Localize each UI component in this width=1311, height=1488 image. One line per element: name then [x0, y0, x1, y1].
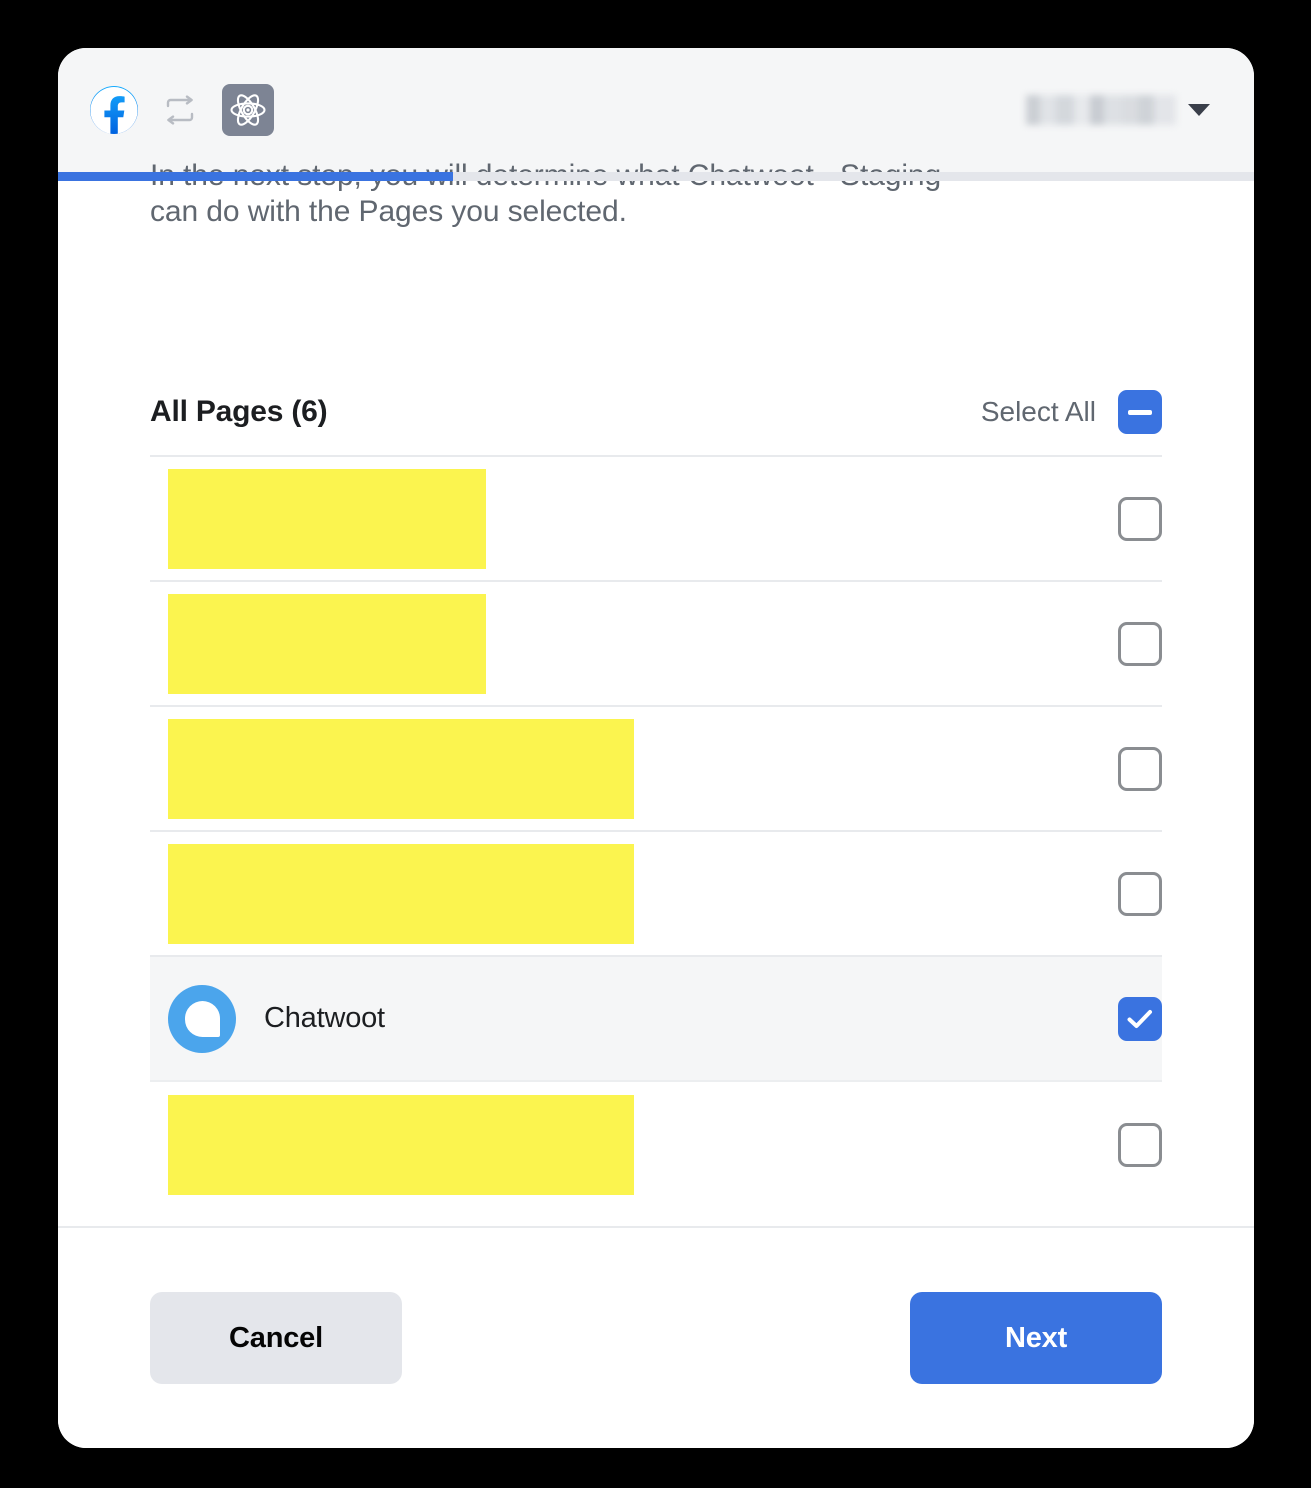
user-name-redacted [1026, 95, 1176, 125]
row-content [150, 843, 634, 944]
intro-line-2: can do with the Pages you selected. [150, 195, 627, 228]
facebook-logo-icon[interactable] [90, 86, 138, 134]
row-content [150, 593, 486, 694]
row-content [150, 468, 486, 569]
redacted-page-name [168, 1094, 634, 1195]
row-content [150, 718, 634, 819]
react-atom-icon[interactable] [222, 84, 274, 136]
dialog-body: In the next step, you will determine wha… [58, 159, 1254, 1448]
select-all-group[interactable]: Select All [981, 390, 1162, 434]
progress-bar-track [58, 172, 1254, 181]
chatwoot-logo-icon [168, 984, 236, 1053]
pages-list-wrapper: All Pages (6) Select All Chatwoot [58, 369, 1254, 1207]
table-row[interactable]: Chatwoot [150, 957, 1162, 1082]
screen-root: In the next step, you will determine wha… [0, 0, 1311, 1488]
page-checkbox[interactable] [1118, 621, 1162, 666]
page-checkbox[interactable] [1118, 1122, 1162, 1167]
page-checkbox[interactable] [1118, 496, 1162, 541]
pages-list-header: All Pages (6) Select All [150, 369, 1162, 455]
table-row[interactable] [150, 457, 1162, 582]
toolbar-user-menu[interactable] [1026, 95, 1210, 125]
chevron-down-icon[interactable] [1188, 104, 1210, 116]
cancel-button[interactable]: Cancel [150, 1292, 402, 1384]
redacted-page-name [168, 593, 486, 694]
list-item-label: Chatwoot [264, 1002, 385, 1034]
table-row[interactable] [150, 1082, 1162, 1207]
repeat-loop-icon[interactable] [154, 84, 206, 136]
facebook-page-selection-dialog: In the next step, you will determine wha… [58, 48, 1254, 1448]
minus-icon [1128, 409, 1152, 415]
dialog-footer: Cancel Next [58, 1226, 1254, 1448]
redacted-page-name [168, 468, 486, 569]
table-row[interactable] [150, 582, 1162, 707]
redacted-page-name [168, 718, 634, 819]
page-checkbox[interactable] [1118, 996, 1162, 1041]
intro-text: In the next step, you will determine wha… [58, 159, 1254, 259]
page-title: All Pages (6) [150, 395, 328, 428]
table-row[interactable] [150, 832, 1162, 957]
progress-bar-fill [58, 172, 453, 181]
table-row[interactable] [150, 707, 1162, 832]
row-content [150, 1094, 634, 1195]
row-content: Chatwoot [150, 984, 385, 1053]
page-checkbox[interactable] [1118, 871, 1162, 916]
toolbar-left-group [90, 84, 274, 136]
check-icon [1127, 1009, 1152, 1028]
select-all-label: Select All [980, 396, 1096, 427]
next-button[interactable]: Next [910, 1292, 1162, 1384]
page-checkbox[interactable] [1118, 746, 1162, 791]
chat-bubble-shape [185, 1000, 220, 1037]
pages-list: Chatwoot [150, 455, 1162, 1207]
redacted-page-name [168, 843, 634, 944]
select-all-checkbox[interactable] [1118, 390, 1162, 434]
